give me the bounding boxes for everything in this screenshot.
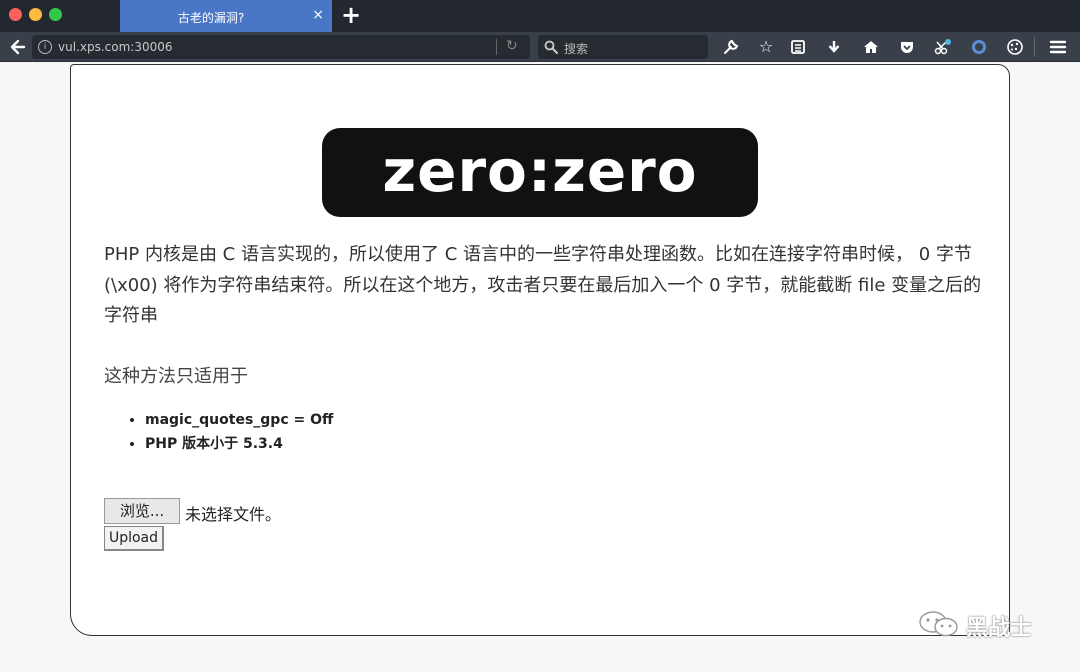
toolbar-divider <box>1034 37 1035 57</box>
reader-list-icon[interactable] <box>787 37 809 57</box>
conditions-list: magic_quotes_gpc = Off PHP 版本小于 5.3.4 <box>127 408 333 456</box>
search-icon <box>544 39 558 54</box>
screenshot-icon[interactable] <box>932 37 954 57</box>
watermark-text: 黑战士 <box>966 616 1033 641</box>
cookie-icon[interactable] <box>1004 37 1026 57</box>
tab-title: 古老的漏洞? <box>177 11 245 25</box>
bookmark-star-icon[interactable]: ☆ <box>755 37 777 57</box>
window-minimize-button[interactable] <box>29 8 42 21</box>
upload-button[interactable]: Upload <box>104 526 164 551</box>
url-divider <box>496 39 497 55</box>
search-bar[interactable]: 搜索 <box>538 35 708 59</box>
url-text[interactable]: vul.xps.com:30006 <box>58 40 173 54</box>
file-status-text: 未选择文件。 <box>185 505 282 524</box>
info-icon[interactable]: i <box>38 40 52 54</box>
list-item: PHP 版本小于 5.3.4 <box>145 432 333 456</box>
wechat-icon <box>918 610 962 638</box>
new-tab-button[interactable]: + <box>341 3 361 27</box>
navigation-toolbar: i vul.xps.com:30006 ↻ 搜索 ☆ <box>0 32 1080 62</box>
home-icon[interactable] <box>860 37 882 57</box>
reload-icon[interactable]: ↻ <box>506 38 518 54</box>
conditions-heading: 这种方法只适用于 <box>104 366 248 387</box>
menu-icon[interactable] <box>1047 37 1069 57</box>
wrench-icon[interactable] <box>720 37 742 57</box>
pocket-icon[interactable] <box>896 37 918 57</box>
back-arrow-icon <box>10 39 26 55</box>
watermark: 黑战士 <box>918 608 1058 642</box>
back-button[interactable] <box>6 36 30 58</box>
circle-icon[interactable] <box>968 37 990 57</box>
active-tab[interactable]: 古老的漏洞? × <box>120 0 332 32</box>
window-maximize-button[interactable] <box>49 8 62 21</box>
browse-file-button[interactable]: 浏览... <box>104 498 180 524</box>
list-item: magic_quotes_gpc = Off <box>145 408 333 432</box>
description-paragraph: PHP 内核是由 C 语言实现的，所以使用了 C 语言中的一些字符串处理函数。比… <box>104 244 982 326</box>
window-close-button[interactable] <box>9 8 22 21</box>
download-icon[interactable] <box>823 37 845 57</box>
url-bar[interactable]: i vul.xps.com:30006 ↻ <box>32 35 530 59</box>
search-placeholder[interactable]: 搜索 <box>564 40 588 57</box>
logo-text: zero:zero <box>382 137 698 205</box>
site-logo: zero:zero <box>322 128 758 217</box>
window-titlebar: 古老的漏洞? × + <box>0 0 1080 32</box>
tab-close-icon[interactable]: × <box>312 7 324 23</box>
